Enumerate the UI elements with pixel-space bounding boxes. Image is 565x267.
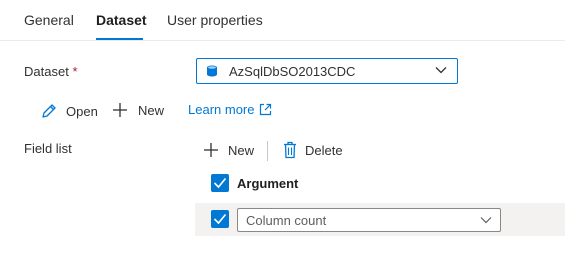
plus-icon	[204, 143, 218, 157]
dataset-selected-value: AzSqlDbSO2013CDC	[229, 64, 356, 79]
new-dataset-label: New	[138, 102, 165, 118]
field-row-checkbox[interactable]	[211, 210, 229, 228]
tab-general[interactable]: General	[24, 12, 74, 28]
delete-field-button[interactable]: Delete	[283, 141, 343, 159]
argument-dropdown[interactable]: Column count	[237, 208, 501, 232]
learn-more-link[interactable]: Learn more	[188, 102, 272, 117]
checkmark-icon	[213, 213, 227, 225]
argument-selected-value: Column count	[246, 213, 327, 228]
dataset-label: Dataset	[24, 64, 69, 79]
tab-user-properties[interactable]: User properties	[167, 12, 263, 28]
checkmark-icon	[213, 177, 227, 189]
trash-icon	[284, 141, 296, 159]
argument-column-header: Argument	[237, 176, 299, 191]
toolbar-divider	[267, 141, 268, 161]
delete-label: Delete	[305, 142, 343, 158]
learn-more-label: Learn more	[188, 102, 255, 117]
sql-database-icon	[207, 65, 217, 77]
external-link-icon	[260, 103, 272, 116]
open-dataset-button[interactable]: Open	[40, 102, 98, 120]
chevron-down-icon	[435, 67, 447, 74]
field-list-label: Field list	[24, 141, 72, 156]
plus-icon	[113, 103, 127, 117]
tab-dataset[interactable]: Dataset	[96, 12, 147, 28]
new-field-label: New	[228, 142, 255, 158]
dataset-label-group: Dataset *	[24, 64, 78, 79]
tab-bar: General Dataset User properties	[0, 0, 565, 41]
pencil-icon	[42, 104, 56, 118]
dataset-dropdown[interactable]: AzSqlDbSO2013CDC	[196, 58, 458, 84]
active-tab-indicator	[96, 38, 143, 40]
required-indicator: *	[72, 64, 78, 79]
new-dataset-button[interactable]: New	[112, 102, 164, 118]
chevron-down-icon	[480, 217, 492, 224]
open-label: Open	[66, 103, 98, 119]
select-all-checkbox[interactable]	[211, 174, 229, 192]
new-field-button[interactable]: New	[203, 142, 254, 158]
